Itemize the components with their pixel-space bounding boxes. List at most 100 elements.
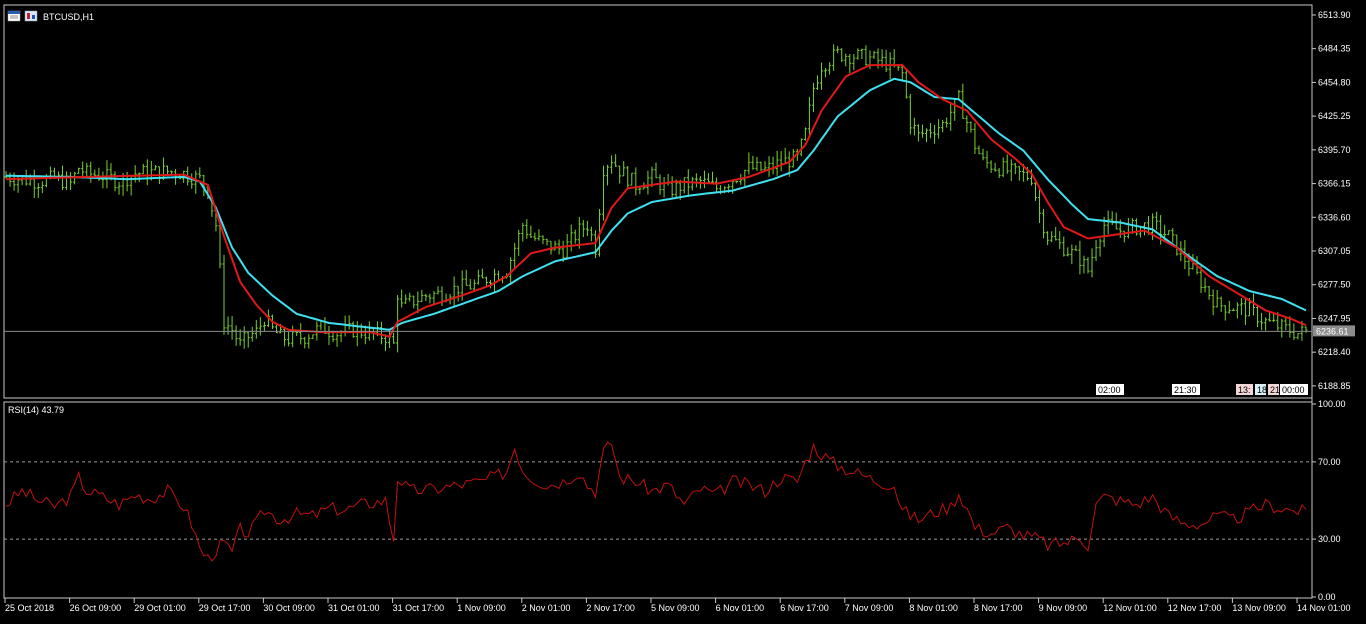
candle [246, 332, 250, 348]
candle [198, 167, 202, 179]
candle [404, 294, 408, 304]
candle [824, 68, 828, 78]
candle [1106, 210, 1110, 235]
candle [234, 325, 238, 346]
candle [1082, 255, 1086, 274]
candle [997, 168, 1001, 179]
candle [682, 177, 686, 194]
candle [1243, 298, 1247, 326]
rsi-tick-label: 70.00 [1318, 457, 1341, 467]
time-tick-label: 29 Oct 17:00 [199, 603, 251, 613]
candle [1268, 312, 1272, 322]
candle [254, 320, 258, 339]
candle [916, 124, 920, 142]
rsi-label: RSI(14) 43.79 [8, 405, 64, 415]
candle [755, 156, 759, 171]
candle [626, 165, 630, 189]
symbol-label: BTCUSD,H1 [43, 12, 94, 22]
rsi-plot [4, 441, 1312, 562]
price-plot [4, 44, 1312, 353]
candle [856, 48, 860, 60]
candle [811, 82, 815, 113]
candle [480, 268, 484, 279]
moving-average-slow-line [6, 77, 1307, 331]
candle [602, 165, 606, 221]
candle [537, 229, 541, 241]
candle [662, 177, 666, 198]
candle [190, 173, 194, 189]
candle [747, 152, 751, 175]
candle [194, 170, 198, 194]
rsi-line [5, 441, 1307, 562]
candle [937, 119, 941, 139]
candle [981, 148, 985, 161]
candle [1284, 316, 1288, 331]
window-icon[interactable] [7, 10, 21, 22]
time-tick-label: 6 Nov 01:00 [716, 603, 765, 613]
time-tag-label: 00:00 [1282, 385, 1305, 395]
candle [634, 167, 638, 196]
candle [610, 155, 614, 174]
time-tick-label: 13 Nov 09:00 [1232, 603, 1286, 613]
candle [141, 163, 145, 175]
candle [242, 326, 246, 349]
chart-icon[interactable] [24, 10, 38, 22]
candle [468, 279, 472, 290]
candle [32, 169, 36, 199]
candle [771, 156, 775, 175]
candle [606, 164, 610, 186]
price-tick-label: 6395.70 [1318, 145, 1351, 155]
time-tag-label: 21 [1270, 385, 1280, 395]
candle [783, 147, 787, 165]
candle [1017, 166, 1021, 181]
time-tag-label: 18 [1257, 385, 1267, 395]
candle [408, 292, 412, 302]
candle [832, 44, 836, 71]
candle [529, 225, 533, 238]
candle [420, 289, 424, 302]
rsi-tick-label: 30.00 [1318, 534, 1341, 544]
candle [1296, 333, 1300, 340]
rsi-tick-label: 0.00 [1318, 592, 1336, 602]
candle [844, 53, 848, 67]
candle [379, 321, 383, 345]
trading-terminal-chart-window: BTCUSD,H1 6513.90 6484.35 6454.80 6425.25 63… [0, 0, 1366, 622]
candle [1260, 312, 1264, 331]
candle [303, 336, 307, 349]
candle [775, 150, 779, 176]
rsi-axis: 100.00 70.00 30.00 0.00 [1312, 399, 1346, 602]
candle [1058, 231, 1062, 249]
price-tick-label: 6218.40 [1318, 347, 1351, 357]
candle [585, 220, 589, 236]
time-tag-label: 13: [1238, 385, 1251, 395]
candle [646, 170, 650, 195]
candle [355, 321, 359, 347]
candle [945, 117, 949, 128]
candle [840, 48, 844, 63]
candle [335, 333, 339, 347]
candle [113, 171, 117, 192]
candle [622, 161, 626, 177]
candle [1126, 217, 1130, 239]
candle [1171, 228, 1175, 243]
candle [307, 334, 311, 349]
time-tag-label: 21:30 [1174, 385, 1197, 395]
time-tag: 18 [1255, 384, 1267, 395]
chart-canvas[interactable]: BTCUSD,H1 6513.90 6484.35 6454.80 6425.25 63… [0, 0, 1366, 622]
candle [1231, 308, 1235, 312]
candle [1062, 236, 1066, 257]
time-tick-label: 30 Oct 09:00 [263, 603, 315, 613]
price-tick-label: 6513.90 [1318, 10, 1351, 20]
time-tick-label: 2 Nov 17:00 [586, 603, 635, 613]
candle [283, 327, 287, 347]
candle [751, 155, 755, 170]
candle [614, 154, 618, 167]
time-tag: 00:00 [1280, 384, 1308, 395]
time-tick-label: 2 Nov 01:00 [522, 603, 571, 613]
candle [262, 321, 266, 331]
candle [953, 98, 957, 121]
time-tick-label: 14 Nov 01:00 [1297, 603, 1351, 613]
candle [969, 121, 973, 133]
candle [706, 173, 710, 183]
time-tick-label: 6 Nov 17:00 [780, 603, 829, 613]
